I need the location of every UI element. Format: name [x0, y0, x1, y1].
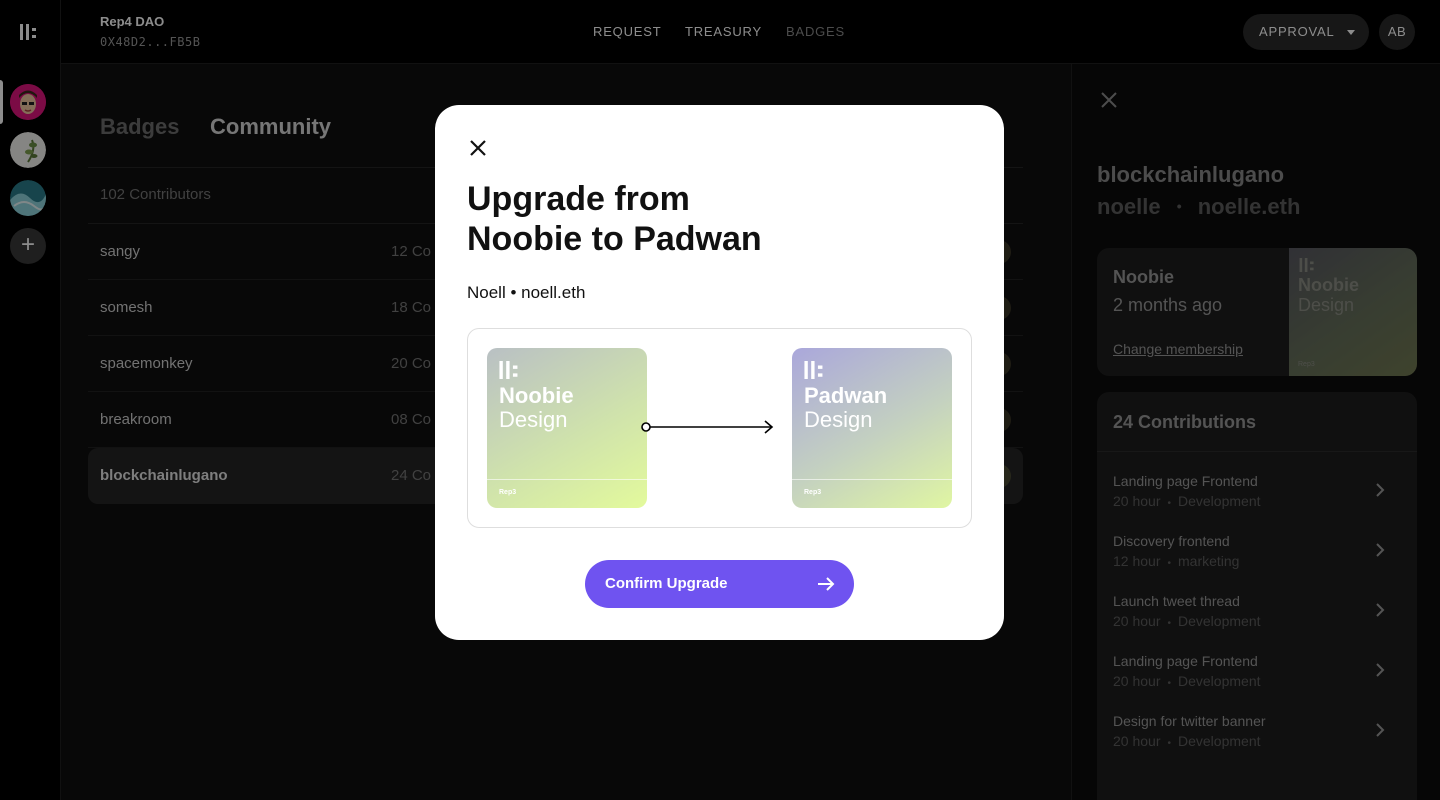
badge-subtitle: Design — [499, 407, 568, 432]
upgrade-modal: Upgrade from Noobie to Padwan Noell • no… — [435, 105, 1004, 640]
modal-title: Upgrade from Noobie to Padwan — [467, 179, 947, 259]
confirm-upgrade-label: Confirm Upgrade — [605, 575, 728, 592]
rep3-logo-icon — [499, 361, 518, 379]
confirm-upgrade-button[interactable]: Confirm Upgrade — [585, 560, 854, 608]
modal-title-line: Upgrade from — [467, 180, 690, 218]
badge-title: Noobie — [499, 383, 574, 408]
badge-brand: Rep3 — [499, 489, 517, 496]
divider — [792, 479, 952, 480]
rep3-logo-icon — [804, 361, 823, 379]
from-badge: Noobie Design Rep3 — [487, 348, 647, 508]
arrow-right-icon — [641, 420, 774, 434]
close-icon[interactable] — [470, 140, 486, 156]
to-badge: Padwan Design Rep3 — [792, 348, 952, 508]
modal-subtitle: Noell • noell.eth — [467, 283, 586, 302]
badge-brand: Rep3 — [804, 489, 822, 496]
badge-subtitle: Design — [804, 407, 873, 432]
arrow-right-icon — [818, 577, 835, 591]
modal-title-line: Noobie to Padwan — [467, 220, 762, 258]
badge-upgrade-preview: Noobie Design Rep3 Padwan Design Rep3 — [467, 328, 972, 528]
badge-title: Padwan — [804, 383, 888, 408]
divider — [487, 479, 647, 480]
